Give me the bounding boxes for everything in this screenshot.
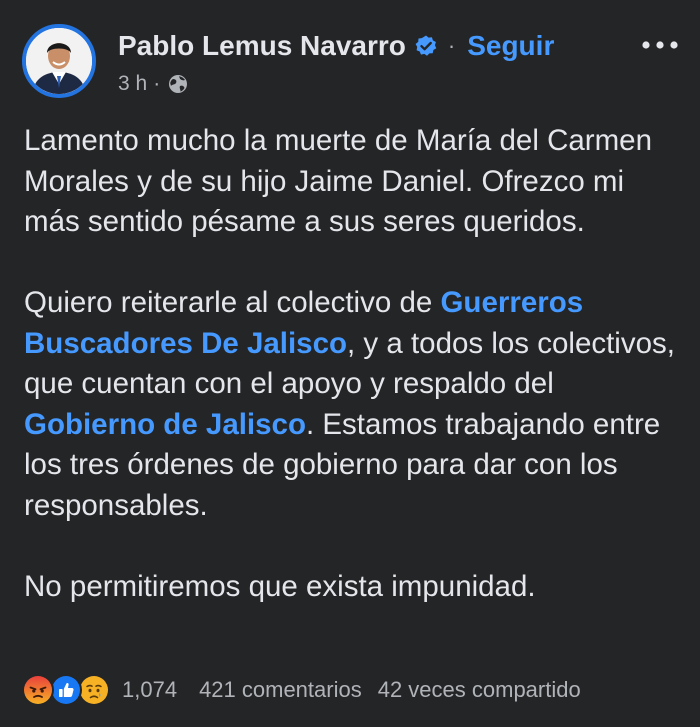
shares-count[interactable]: 42 veces compartido (378, 677, 581, 703)
post-timestamp[interactable]: 3 h (118, 72, 147, 96)
follow-button[interactable]: Seguir (467, 30, 554, 62)
sad-reaction-icon (78, 674, 110, 706)
reactions-summary[interactable] (22, 674, 118, 706)
header-separator: · (447, 33, 456, 58)
more-options-icon[interactable] (640, 38, 680, 52)
author-avatar[interactable] (22, 24, 96, 98)
paragraph-2-text-1: Quiero reiterarle al colectivo de (24, 286, 441, 319)
post-meta: 3 h · (118, 72, 188, 96)
post-paragraph-1: Lamento mucho la muerte de María del Car… (24, 124, 652, 238)
globe-icon[interactable] (168, 74, 188, 94)
like-reaction-icon (50, 674, 82, 706)
post-paragraph-3: No permitiremos que exista impunidad. (24, 569, 536, 603)
post-header: Pablo Lemus Navarro · Seguir 3 h · (22, 24, 682, 106)
author-row: Pablo Lemus Navarro · Seguir (118, 28, 554, 64)
meta-separator: · (153, 72, 161, 95)
author-name[interactable]: Pablo Lemus Navarro (118, 30, 406, 62)
mention-gobierno-jalisco[interactable]: Gobierno de Jalisco (24, 408, 306, 441)
post-paragraph-2: Quiero reiterarle al colectivo de Guerre… (24, 283, 684, 526)
post-footer: 1,074 421 comentarios 42 veces compartid… (22, 672, 682, 708)
avatar-portrait (26, 28, 92, 94)
post-text: Lamento mucho la muerte de María del Car… (24, 121, 684, 607)
verified-badge-icon (414, 34, 438, 58)
reaction-count[interactable]: 1,074 (122, 677, 177, 703)
comments-count[interactable]: 421 comentarios (199, 677, 362, 703)
angry-reaction-icon (22, 674, 54, 706)
